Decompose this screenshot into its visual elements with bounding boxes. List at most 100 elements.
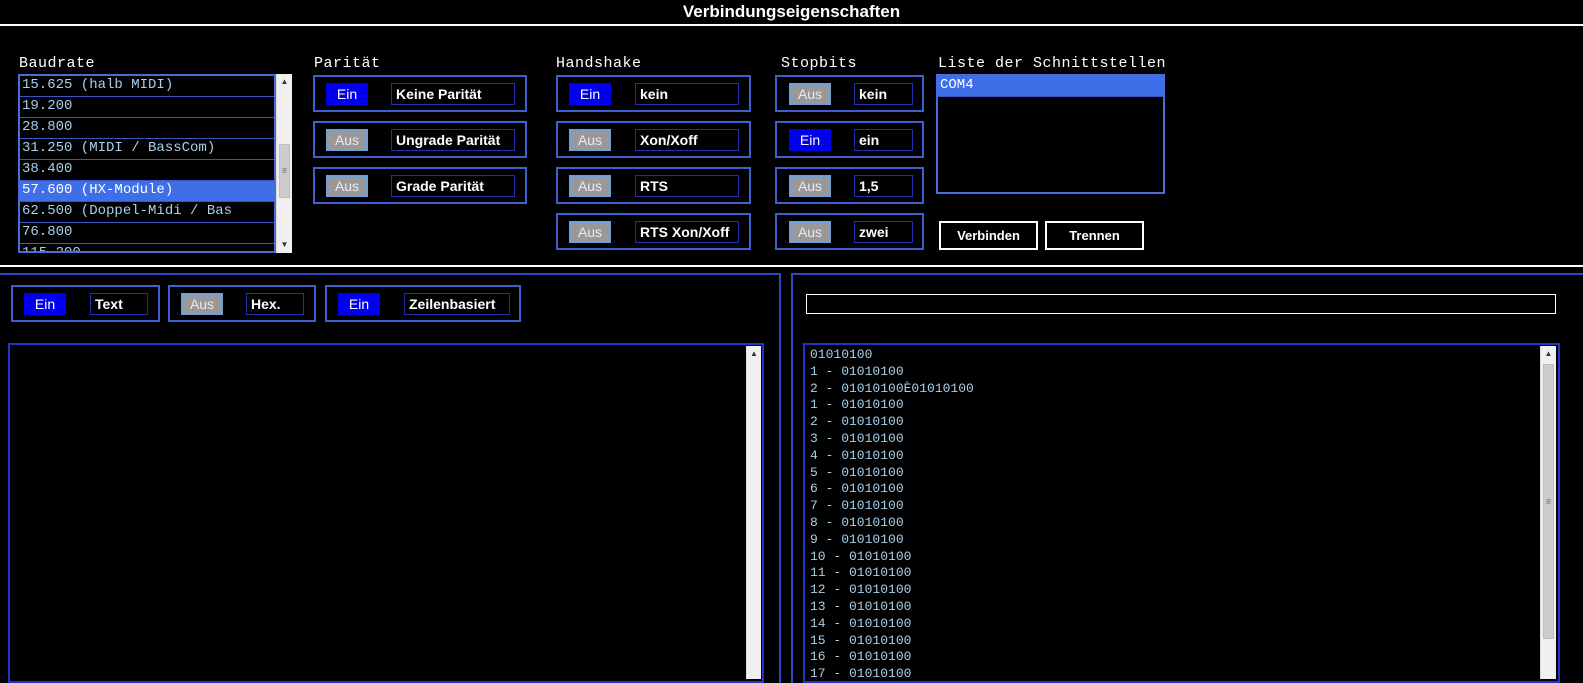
output-line: 17 - 01010100 [810,666,912,682]
stopbits-option: Aus zwei [775,213,924,250]
baudrate-items: 15.625 (halb MIDI) 19.200 28.800 31.250 (MI… [20,76,274,251]
scroll-up-arrow-icon[interactable]: ▲ [277,74,292,90]
option-label: Grade Parität [391,175,515,197]
toggle-button[interactable]: Aus [789,175,831,197]
stopbits-label: Stopbits [781,55,858,72]
baudrate-list[interactable]: 15.625 (halb MIDI) 19.200 28.800 31.250 (MI… [18,74,276,253]
output-line: 2 - 01010100È01010100 [810,380,974,396]
output-line: 8 - 01010100 [810,514,904,530]
connect-button[interactable]: Verbinden [939,221,1038,250]
paritaet-option: Aus Ungrade Parität [313,121,527,158]
handshake-option: Aus Xon/Xoff [556,121,751,158]
scroll-grip-icon: ≡ [1545,496,1552,506]
send-mode-option: Aus Hex. [168,285,316,322]
toggle-button[interactable]: Aus [569,129,611,151]
output-line: 3 - 01010100 [810,430,904,446]
option-label: Text [90,293,148,315]
stopbits-option: Aus kein [775,75,924,112]
toggle-button[interactable]: Aus [789,83,831,105]
disconnect-button[interactable]: Trennen [1045,221,1144,250]
stopbits-option: Ein ein [775,121,924,158]
output-line: 9 - 01010100 [810,531,904,547]
toggle-button[interactable]: Ein [338,293,380,315]
stopbits-option: Aus 1,5 [775,167,924,204]
toggle-button[interactable]: Ein [569,83,611,105]
schnittstellen-label: Liste der Schnittstellen [938,55,1167,72]
list-item[interactable]: 31.250 (MIDI / BassCom) [20,139,274,160]
send-mode-option: Ein Text [11,285,160,322]
option-label: Keine Parität [391,83,515,105]
scroll-down-arrow-icon[interactable]: ▼ [277,237,292,253]
option-label: RTS Xon/Xoff [635,221,739,243]
paritaet-option: Ein Keine Parität [313,75,527,112]
scroll-up-arrow-icon[interactable]: ▲ [747,346,761,362]
baudrate-scrollbar[interactable]: ▲ ≡ ▼ [276,74,292,253]
output-line: 13 - 01010100 [810,598,912,614]
list-item[interactable]: 19.200 [20,97,274,118]
send-textarea[interactable] [8,343,764,683]
output-line: 12 - 01010100 [810,582,912,598]
option-label: RTS [635,175,739,197]
handshake-label: Handshake [556,55,642,72]
send-scrollbar[interactable]: ▲ [746,346,761,679]
toggle-button[interactable]: Ein [789,129,831,151]
toggle-button[interactable]: Aus [569,175,611,197]
list-item[interactable]: 76.800 [20,223,274,244]
option-label: zwei [854,221,913,243]
option-label: Hex. [246,293,304,315]
schnittstellen-items: COM4 [938,76,1163,97]
receive-scrollbar[interactable]: ▲ ≡ [1540,346,1556,679]
option-label: kein [854,83,913,105]
output-line: 14 - 01010100 [810,615,912,631]
toggle-button[interactable]: Aus [326,175,368,197]
option-label: Ungrade Parität [391,129,515,151]
option-label: 1,5 [854,175,913,197]
scroll-up-arrow-icon[interactable]: ▲ [1541,346,1556,362]
handshake-option: Aus RTS Xon/Xoff [556,213,751,250]
section-divider [0,265,1583,267]
option-label: Xon/Xoff [635,129,739,151]
option-label: ein [854,129,913,151]
output-line: 15 - 01010100 [810,632,912,648]
option-label: Zeilenbasiert [404,293,510,315]
list-item[interactable]: 57.600 (HX-Module) [20,181,274,202]
scroll-thumb[interactable]: ≡ [1543,364,1554,639]
output-line: 5 - 01010100 [810,464,904,480]
receive-lines: 01010100 1 - 01010100 2 - 01010100È0101010… [805,345,1558,682]
toggle-button[interactable]: Aus [181,293,223,315]
output-line: 01010100 [810,347,873,362]
schnittstellen-list[interactable]: COM4 [936,74,1165,194]
receive-input[interactable] [806,294,1556,314]
receive-output[interactable]: 01010100 1 - 01010100 2 - 01010100È0101010… [803,343,1560,683]
output-line: 6 - 01010100 [810,481,904,497]
output-line: 7 - 01010100 [810,498,904,514]
output-line: 1 - 01010100 [810,363,904,379]
output-line: 16 - 01010100 [810,649,912,665]
toggle-button[interactable]: Aus [326,129,368,151]
toggle-button[interactable]: Ein [326,83,368,105]
list-item[interactable]: 115.200 [20,244,274,251]
list-item[interactable]: 28.800 [20,118,274,139]
list-item[interactable]: COM4 [938,76,1163,97]
output-line: 10 - 01010100 [810,548,912,564]
list-item[interactable]: 38.400 [20,160,274,181]
scroll-thumb[interactable]: ≡ [279,144,290,198]
output-line: 11 - 01010100 [810,565,912,581]
toggle-button[interactable]: Ein [24,293,66,315]
handshake-option: Aus RTS [556,167,751,204]
baudrate-label: Baudrate [19,55,96,72]
handshake-option: Ein kein [556,75,751,112]
list-item[interactable]: 15.625 (halb MIDI) [20,76,274,97]
scroll-grip-icon: ≡ [281,165,288,176]
list-item[interactable]: 62.500 (Doppel-Midi / Bas [20,202,274,223]
paritaet-option: Aus Grade Parität [313,167,527,204]
send-mode-option: Ein Zeilenbasiert [325,285,521,322]
window-title: Verbindungseigenschaften [0,0,1583,26]
toggle-button[interactable]: Aus [789,221,831,243]
output-line: 4 - 01010100 [810,447,904,463]
output-line: 2 - 01010100 [810,414,904,430]
paritaet-label: Parität [314,55,381,72]
output-line: 1 - 01010100 [810,397,904,413]
option-label: kein [635,83,739,105]
toggle-button[interactable]: Aus [569,221,611,243]
